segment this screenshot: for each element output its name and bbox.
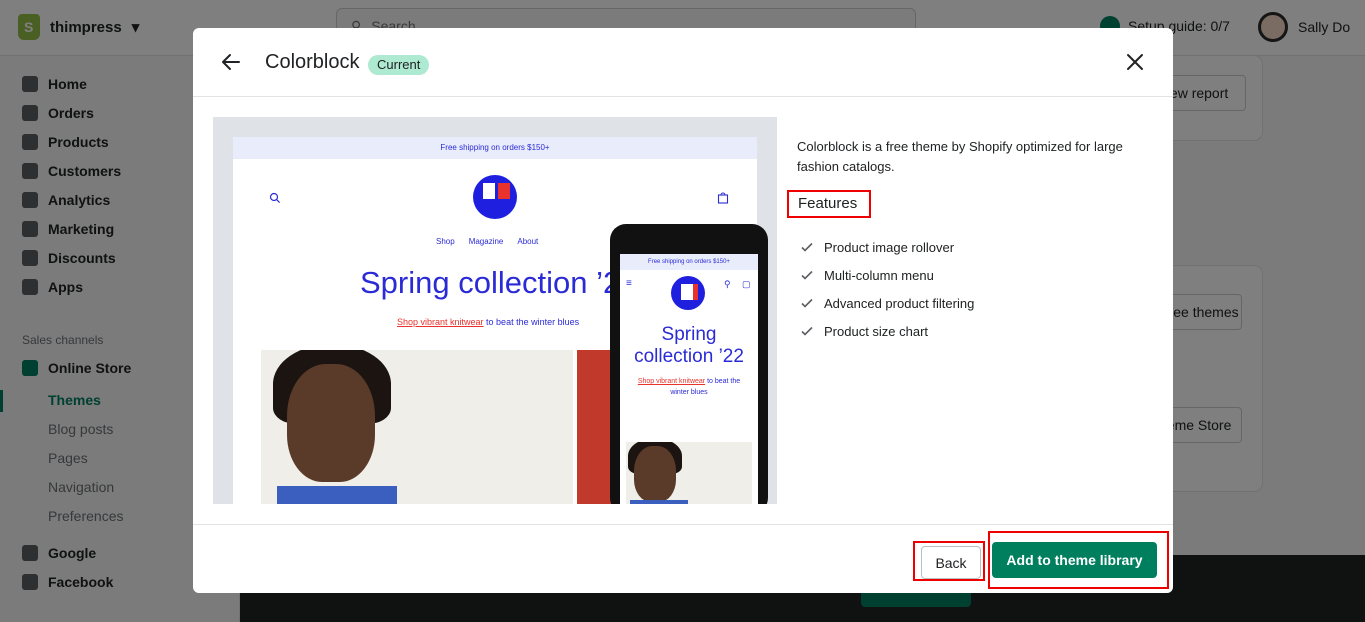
back-button-highlight: Back [913, 541, 985, 581]
add-to-theme-library-button[interactable]: Add to theme library [992, 542, 1157, 578]
preview-nav-about: About [517, 237, 539, 246]
theme-description: Colorblock is a free theme by Shopify op… [797, 139, 1123, 174]
feature-label: Product image rollover [824, 239, 955, 255]
search-icon: ⚲ [724, 279, 731, 289]
mobile-announcement-bar: Free shipping on orders $150+ [620, 254, 758, 270]
mobile-headline: Spring collection ’22 [634, 324, 744, 367]
feature-item: Product image rollover [800, 233, 974, 261]
mobile-preview: Free shipping on orders $150+ ≡ ⚲ ▢ Spri… [610, 224, 768, 504]
colorblock-logo [473, 175, 517, 219]
features-heading: Features [787, 190, 871, 218]
mobile-sub-link: Shop vibrant knitwear [637, 378, 706, 385]
model-photo [261, 350, 573, 504]
theme-preview-modal: Colorblock Current Free shipping on orde… [193, 28, 1173, 593]
checkmark-icon [801, 242, 813, 252]
face-shape [287, 364, 375, 482]
sweater-shape [630, 500, 688, 504]
preview-nav-magazine: Magazine [468, 237, 504, 246]
preview-nav-shop: Shop [436, 237, 455, 246]
mobile-subtext: Shop vibrant knitwear to beat the winter… [630, 376, 748, 398]
colorblock-logo [671, 276, 705, 310]
checkmark-icon [801, 298, 813, 308]
cart-icon [717, 192, 729, 204]
preview-sub-link: Shop vibrant knitwear [397, 317, 484, 327]
search-icon [269, 192, 281, 204]
feature-item: Multi-column menu [800, 261, 974, 289]
mobile-model-photo [626, 442, 752, 504]
mobile-screen: Free shipping on orders $150+ ≡ ⚲ ▢ Spri… [620, 254, 758, 504]
feature-label: Product size chart [824, 323, 929, 339]
feature-item: Advanced product filtering [800, 289, 974, 317]
cart-icon: ▢ [742, 279, 751, 289]
feature-label: Advanced product filtering [824, 295, 975, 311]
modal-title: Colorblock [265, 51, 360, 73]
back-button[interactable]: Back [921, 546, 981, 579]
feature-item: Product size chart [800, 317, 974, 345]
modal-footer: Back Add to theme library [193, 524, 1173, 593]
theme-preview-image: Free shipping on orders $150+ Shop Magaz… [213, 117, 777, 504]
checkmark-icon [801, 270, 813, 280]
menu-icon: ≡ [626, 278, 632, 289]
feature-label: Multi-column menu [824, 267, 934, 283]
announcement-bar: Free shipping on orders $150+ [233, 137, 757, 159]
add-button-highlight: Add to theme library [988, 531, 1169, 589]
close-icon[interactable] [1123, 50, 1147, 74]
checkmark-icon [801, 326, 813, 336]
preview-headline: Spring collection ’22 [360, 265, 638, 300]
current-badge: Current [368, 55, 430, 75]
arrow-left-icon[interactable] [219, 50, 243, 74]
face-shape [634, 446, 676, 502]
sweater-shape [277, 486, 397, 504]
preview-sub-rest: to beat the winter blues [483, 317, 580, 327]
preview-subtext: Shop vibrant knitwear to beat the winter… [397, 317, 579, 327]
modal-header: Colorblock Current [193, 28, 1173, 97]
features-list: Product image rollover Multi-column menu… [800, 233, 974, 345]
preview-nav: Shop Magazine About [436, 237, 538, 246]
